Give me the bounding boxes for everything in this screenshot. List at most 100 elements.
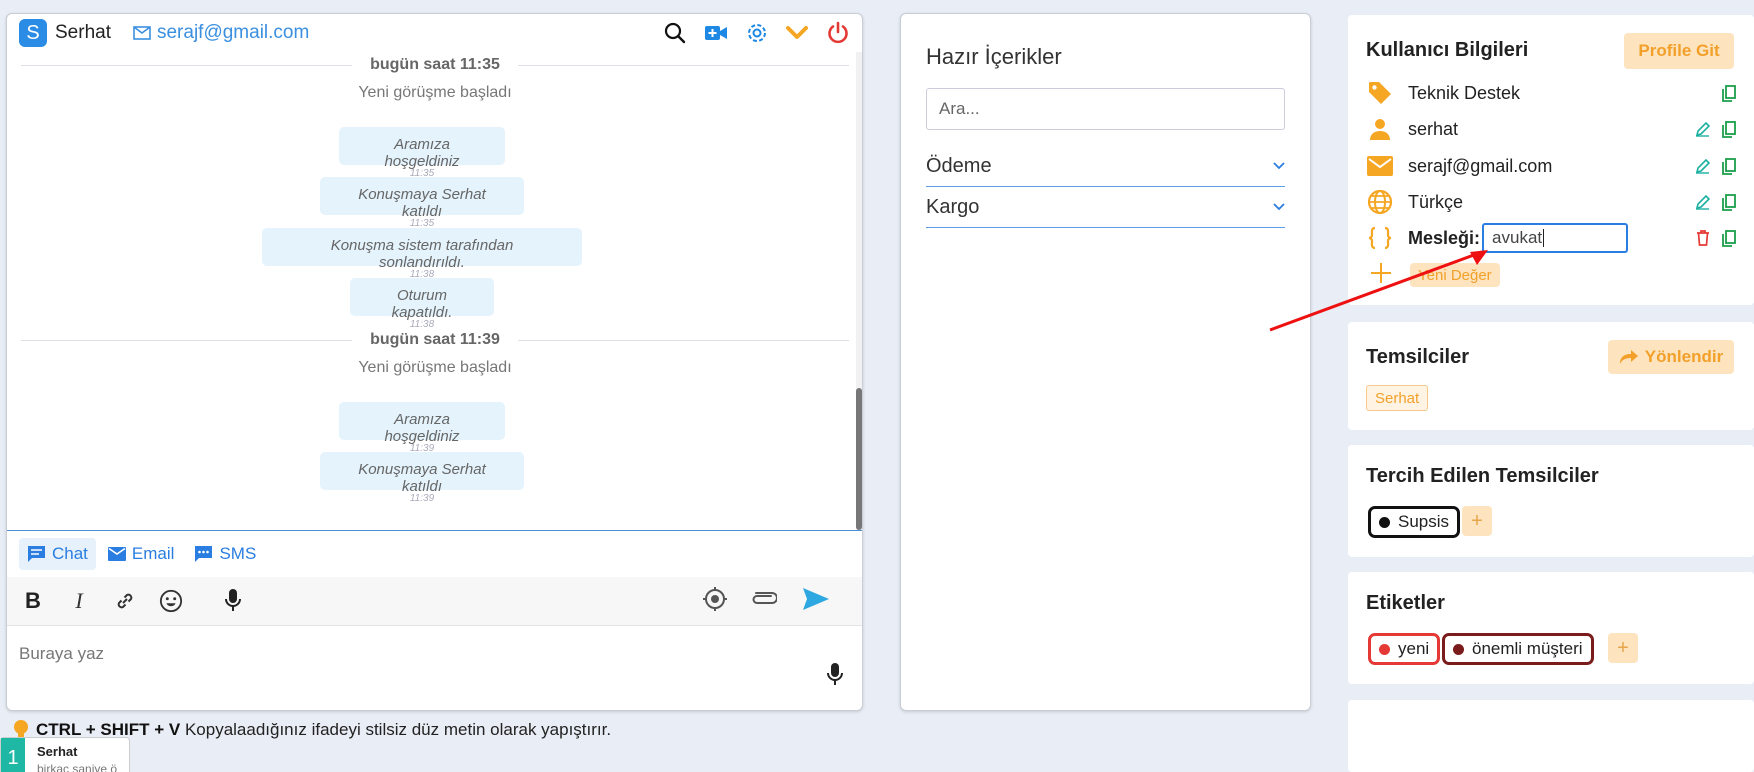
language-value: Türkçe [1408,191,1464,212]
accordion-label: Kargo [926,195,980,218]
format-toolbar: B I [7,577,862,625]
tab-label: Email [131,544,175,563]
message-bubble: Aramıza hoşgeldiniz 11:39 [339,402,505,454]
profile-button[interactable]: Profile Git [1624,33,1734,69]
copy-icon[interactable] [1722,84,1736,102]
message-bubble: Konuşma sistem tarafından sonlandırıldı.… [262,228,582,280]
chat-icon [28,546,45,562]
user-icon [1370,119,1390,140]
message-bubble: Konuşmaya Serhat katıldı 11:39 [320,452,524,504]
info-row-email: serajf@gmail.com [1366,151,1736,181]
chat-user-name: Serhat [55,22,111,43]
info-row-department: Teknik Destek [1366,78,1736,108]
content-search-input[interactable]: Ara... [926,88,1285,130]
mail-icon [133,26,151,40]
microphone-icon[interactable] [221,589,245,613]
info-row-name: serhat [1366,114,1736,144]
search-placeholder: Ara... [939,99,980,118]
copy-icon[interactable] [1722,193,1736,211]
video-call-icon[interactable] [704,24,728,42]
location-icon[interactable] [701,585,729,613]
message-bubble: Oturum kapatıldı. 11:38 [350,278,494,330]
bold-icon[interactable]: B [21,588,45,613]
system-message: Yeni görüşme başladı [358,84,512,101]
tag-color-dot [1453,643,1464,655]
accordion-odeme[interactable]: Ödeme [926,146,1285,187]
microphone-icon[interactable] [826,662,844,693]
edit-icon[interactable] [1695,194,1710,210]
copy-icon[interactable] [1722,229,1736,247]
emoji-icon[interactable] [159,589,183,613]
chip-label: yeni [1398,639,1430,658]
copy-icon[interactable] [1722,157,1736,175]
composer-placeholder: Buraya yaz [19,644,105,663]
tag-icon [1369,82,1391,104]
edit-icon[interactable] [1695,121,1710,137]
attach-icon[interactable] [749,589,777,607]
trash-icon[interactable] [1696,230,1710,246]
notification-name: Serhat [37,744,78,759]
accordion-label: Ödeme [926,154,992,177]
message-bubble: Aramıza hoşgeldiniz 11:35 [339,127,505,179]
send-icon[interactable] [802,587,830,611]
next-card [1348,700,1754,772]
mail-icon [1367,156,1393,176]
card-title: Temsilciler [1366,346,1470,368]
text-cursor [1543,229,1545,247]
custom-field-input[interactable]: avukat [1482,223,1629,253]
agent-chip[interactable]: Serhat [1366,385,1429,411]
preferred-agent-chip[interactable]: Supsis [1368,506,1461,538]
tag-chip[interactable]: önemli müşteri [1442,633,1594,665]
preferred-agents-card: Tercih Edilen Temsilciler Supsis + [1348,445,1754,557]
tab-sms[interactable]: SMS [186,538,264,570]
edit-icon[interactable] [1695,158,1710,174]
redirect-button[interactable]: Yönlendir [1608,340,1734,374]
copy-icon[interactable] [1722,120,1736,138]
message-list[interactable]: bugün saat 11:35 Yeni görüşme başladı Ar… [21,52,849,530]
chip-label: Supsis [1398,512,1450,531]
share-arrow-icon [1619,350,1638,364]
chat-panel: S Serhat serajf@gmail.com bugün saat 11:… [6,13,863,711]
department-value: Teknik Destek [1408,82,1521,103]
day-separator: bugün saat 11:35 [21,56,849,74]
email-value: serajf@gmail.com [1408,155,1553,176]
tab-chat[interactable]: Chat [19,538,96,570]
chevron-down-icon[interactable] [786,26,808,40]
add-tag-button[interactable]: + [1608,633,1638,663]
chat-header: S Serhat serajf@gmail.com [7,14,862,52]
notification-badge: 1 [1,738,25,772]
italic-icon[interactable]: I [67,588,91,613]
channel-tabs: Chat Email SMS [7,530,862,577]
chat-user-email[interactable]: serajf@gmail.com [133,22,309,44]
notification-time: birkaç saniye ö [37,762,118,772]
tab-email[interactable]: Email [100,538,183,570]
chat-scrollbar[interactable] [856,52,862,530]
search-icon[interactable] [664,22,686,44]
card-title: Etiketler [1366,592,1445,614]
scrollbar-thumb[interactable] [856,388,862,530]
gear-icon[interactable] [746,22,768,44]
message-bubble: Konuşmaya Serhat katıldı 11:35 [320,177,524,229]
message-composer[interactable]: Buraya yaz [7,625,862,710]
agents-card: Temsilciler Yönlendir Serhat [1348,322,1754,430]
chevron-down-icon [1273,203,1285,211]
tab-label: Chat [52,544,88,563]
tab-label: SMS [219,544,257,563]
chevron-down-icon [1273,162,1285,170]
avatar: S [19,19,47,47]
redirect-label: Yönlendir [1644,347,1724,366]
info-row-language: Türkçe [1366,187,1736,217]
panel-title: Hazır İçerikler [926,44,1062,69]
notification-popup[interactable]: 1 Serhat birkaç saniye ö [0,737,130,772]
link-icon[interactable] [113,589,137,613]
power-icon[interactable] [826,21,850,45]
sms-icon [195,546,213,562]
system-message: Yeni görüşme başladı [358,359,512,376]
card-title: Kullanıcı Bilgileri [1366,39,1529,61]
tag-chip[interactable]: yeni [1368,633,1441,665]
globe-icon [1367,189,1393,215]
shortcut-description: Kopyalaadığınız ifadeyi stilsiz düz meti… [180,720,612,739]
add-preferred-agent-button[interactable]: + [1462,506,1492,536]
card-title: Tercih Edilen Temsilciler [1366,465,1599,487]
accordion-kargo[interactable]: Kargo [926,187,1285,228]
